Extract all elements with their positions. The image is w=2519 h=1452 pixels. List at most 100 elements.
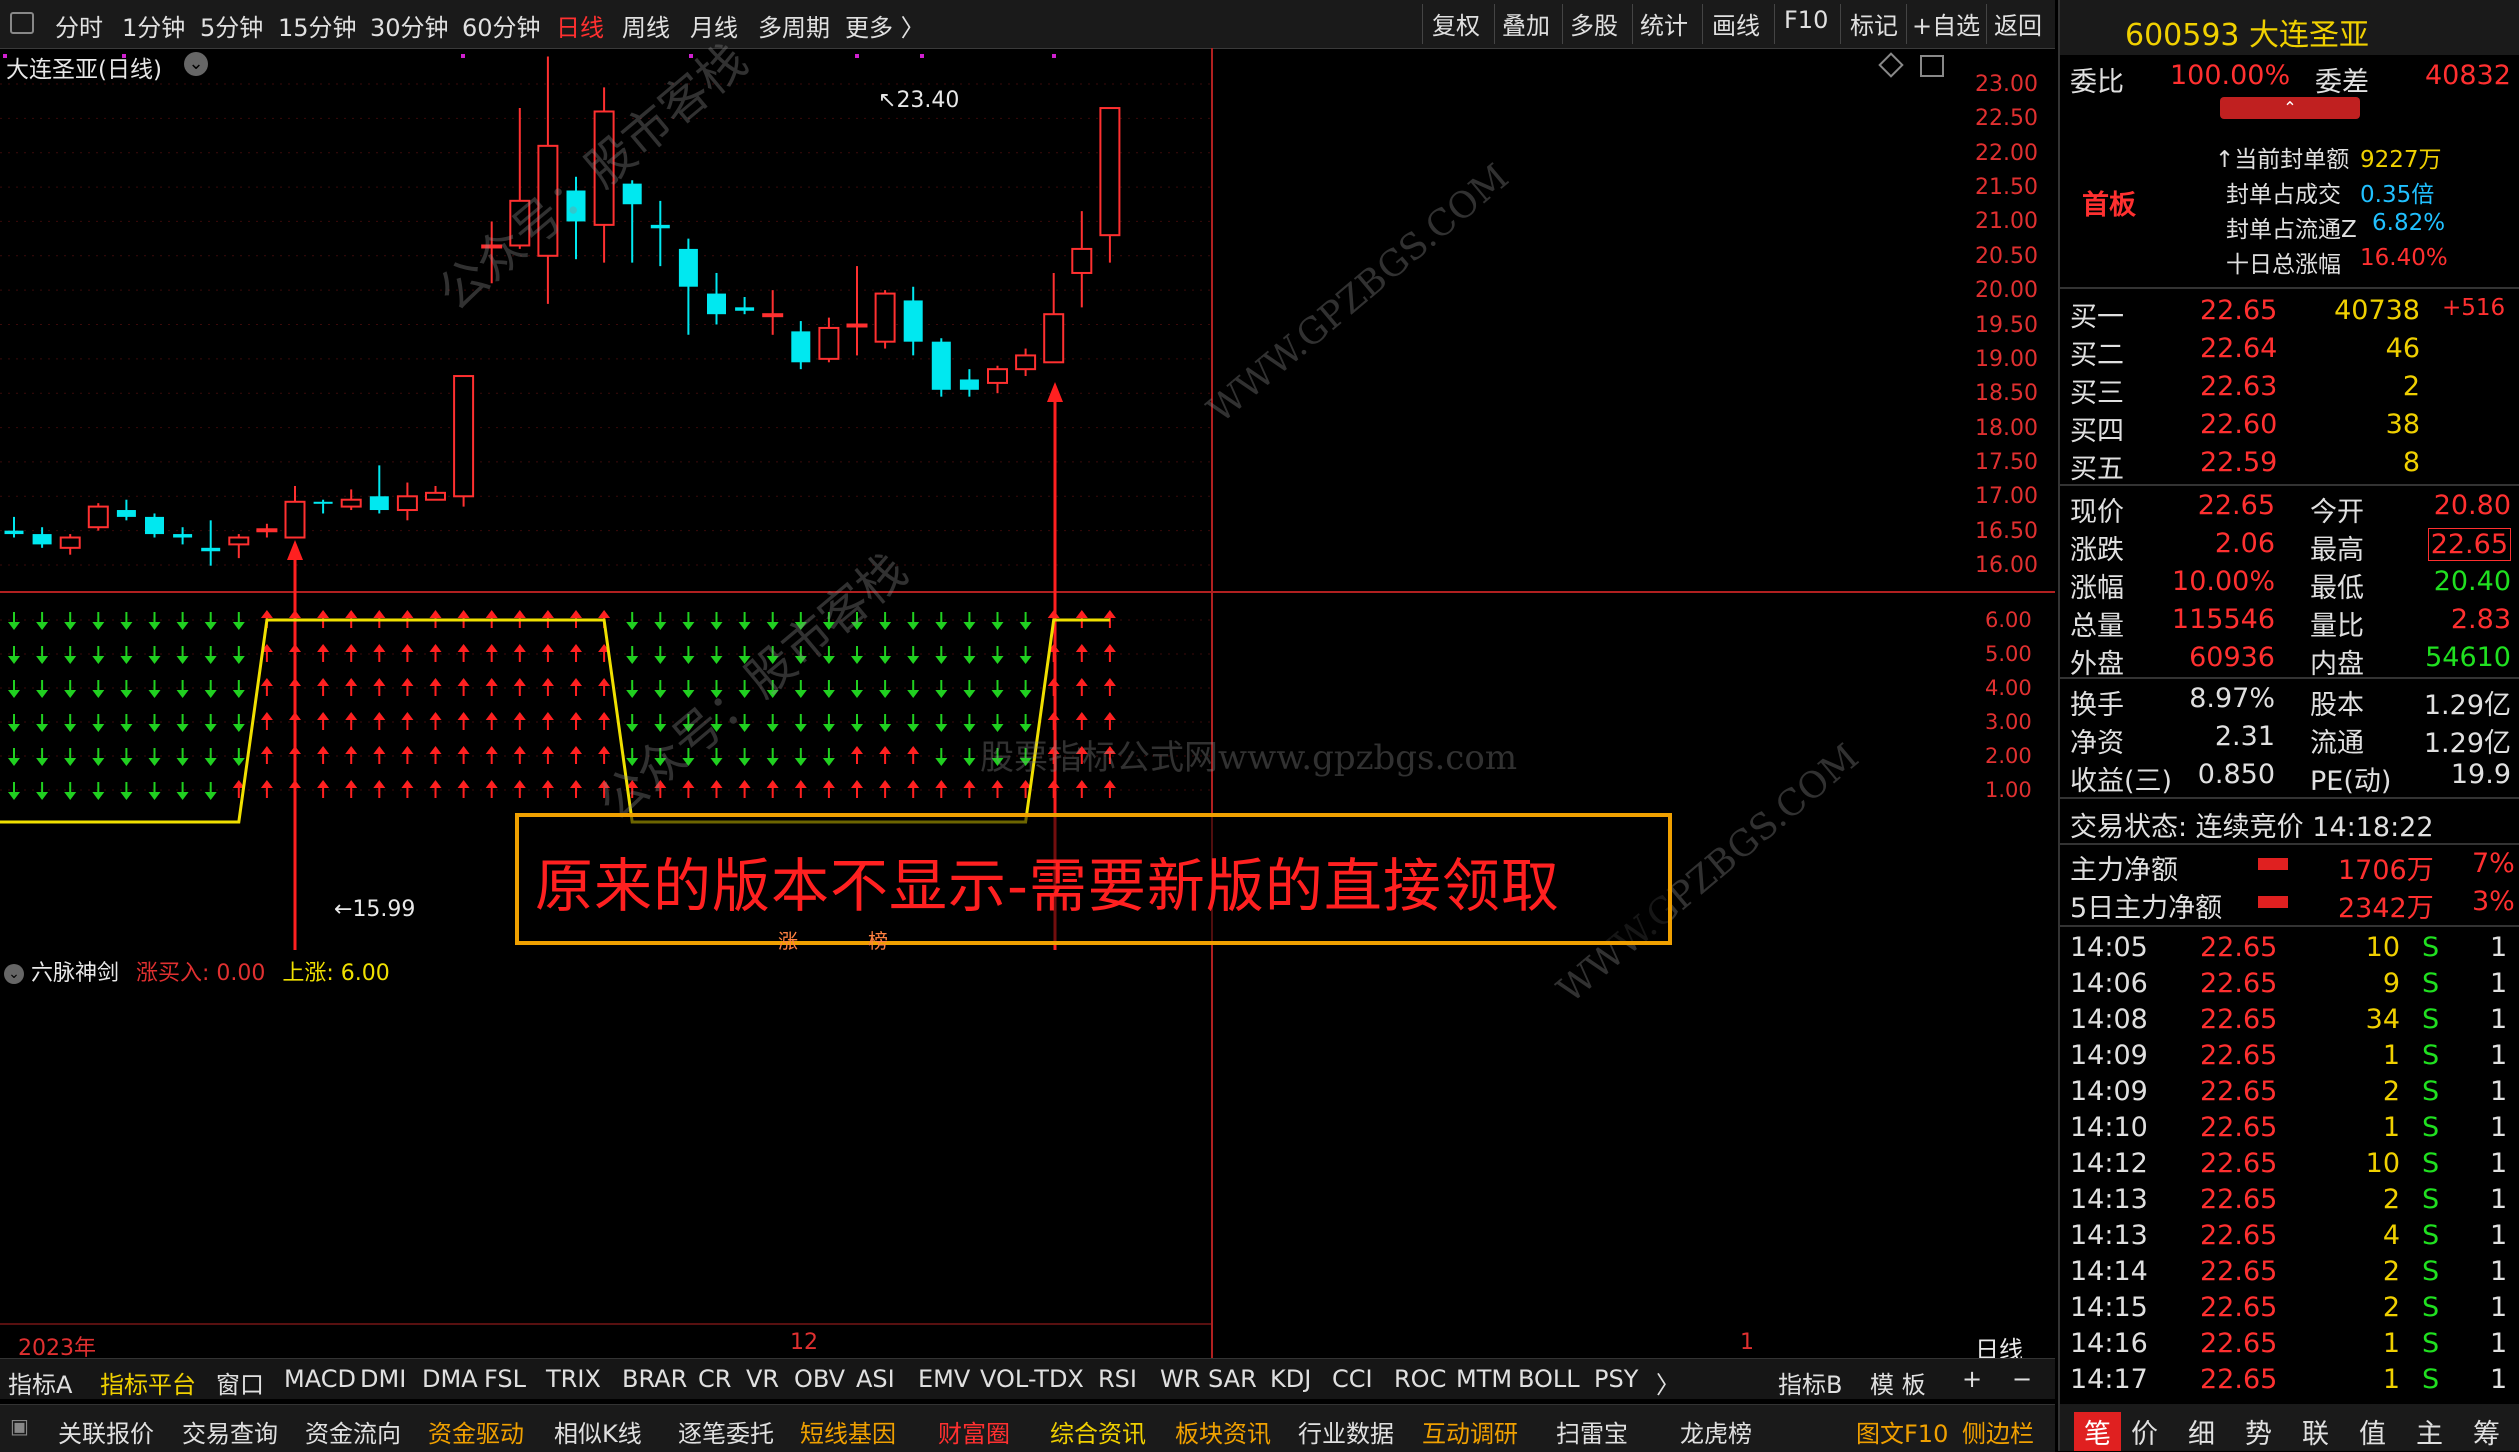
quote-tab[interactable]: 联 <box>2302 1412 2329 1451</box>
indicator-tab[interactable]: 窗口 <box>216 1365 264 1400</box>
period-15min[interactable]: 15分钟 <box>278 8 357 43</box>
indicator-tab[interactable]: ASI <box>856 1365 895 1393</box>
quote-tab[interactable]: 值 <box>2359 1412 2386 1451</box>
indicator-tab[interactable]: CCI <box>1332 1365 1373 1393</box>
function-button[interactable]: 综合资讯 <box>1050 1414 1146 1449</box>
quote-tab[interactable]: 筹 <box>2473 1412 2500 1451</box>
indicator-tab[interactable]: VOL-TDX <box>980 1365 1084 1393</box>
function-button[interactable]: 侧边栏 <box>1962 1414 2034 1449</box>
down-arrow-head <box>654 622 667 630</box>
down-arrow-head <box>879 724 892 732</box>
f10-button[interactable]: F10 <box>1784 6 1828 34</box>
multi-stock-button[interactable]: 多股 <box>1570 6 1618 41</box>
indicator-tab[interactable]: ROC <box>1394 1365 1446 1393</box>
quote-tab[interactable]: 势 <box>2245 1412 2272 1451</box>
indicator-tab[interactable]: SAR <box>1208 1365 1257 1393</box>
down-arrow-head <box>1019 690 1032 698</box>
up-arrow-head <box>317 746 330 754</box>
indicator-tab-right[interactable]: + <box>1962 1365 1982 1393</box>
period-weekly[interactable]: 周线 <box>622 8 670 43</box>
down-arrow-head <box>232 724 245 732</box>
indicator-tab[interactable]: 指标平台 <box>100 1365 196 1400</box>
indicator-tab[interactable]: BRAR <box>622 1365 687 1393</box>
function-button[interactable]: 交易查询 <box>182 1414 278 1449</box>
down-arrow-head <box>36 792 49 800</box>
indicator-tab[interactable]: FSL <box>484 1365 526 1393</box>
indicator-tab[interactable]: CR <box>698 1365 731 1393</box>
indicator-tab[interactable]: TRIX <box>546 1365 601 1393</box>
indicator-tab[interactable]: DMI <box>360 1365 406 1393</box>
quote-tab[interactable]: 笔 <box>2074 1412 2121 1451</box>
down-arrow-head <box>682 622 695 630</box>
add-watchlist-button[interactable]: +自选 <box>1912 6 1980 41</box>
draw-button[interactable]: 画线 <box>1712 6 1760 41</box>
function-button[interactable]: 图文F10 <box>1856 1414 1948 1449</box>
period-30min[interactable]: 30分钟 <box>370 8 449 43</box>
down-arrow-head <box>36 724 49 732</box>
candle-body-down <box>791 331 811 363</box>
indicator-tab[interactable]: MACD <box>284 1365 356 1393</box>
period-5min[interactable]: 5分钟 <box>200 8 263 43</box>
stats-button[interactable]: 统计 <box>1640 6 1688 41</box>
up-arrow-head <box>570 712 582 720</box>
function-button[interactable]: 关联报价 <box>58 1414 154 1449</box>
indicator-tab[interactable]: KDJ <box>1270 1365 1311 1393</box>
down-arrow-head <box>64 724 77 732</box>
up-arrow-head <box>260 610 273 618</box>
function-button[interactable]: 龙虎榜 <box>1680 1414 1752 1449</box>
function-button[interactable]: 相似K线 <box>554 1414 642 1449</box>
indicator-tab[interactable]: PSY <box>1594 1365 1638 1393</box>
fuquan-button[interactable]: 复权 <box>1432 6 1480 41</box>
indicator-tab[interactable]: RSI <box>1098 1365 1137 1393</box>
function-button[interactable]: 互动调研 <box>1422 1414 1518 1449</box>
indicator-tab[interactable]: 〉 <box>1656 1365 1680 1400</box>
candle-body-down <box>201 547 221 552</box>
indicator-tab-right[interactable]: − <box>2012 1365 2032 1393</box>
indicator-toggle-icon[interactable]: ⌄ <box>4 964 24 984</box>
indicator-tab[interactable]: EMV <box>918 1365 970 1393</box>
indicator-tab[interactable]: OBV <box>794 1365 845 1393</box>
function-button[interactable]: 资金驱动 <box>428 1414 524 1449</box>
period-fenshi[interactable]: 分时 <box>55 8 103 43</box>
indicator-tab[interactable]: 指标A <box>8 1365 72 1400</box>
function-button[interactable]: 行业数据 <box>1298 1414 1394 1449</box>
up-arrow-head <box>598 678 611 686</box>
up-arrow-head <box>485 610 498 618</box>
quote-tab[interactable]: 细 <box>2188 1412 2215 1451</box>
period-60min[interactable]: 60分钟 <box>462 8 541 43</box>
low-price-marker: ←15.99 <box>334 897 416 922</box>
indicator-tab[interactable]: VR <box>746 1365 779 1393</box>
overlay-button[interactable]: 叠加 <box>1502 6 1550 41</box>
function-button[interactable]: 扫雷宝 <box>1556 1414 1628 1449</box>
indicator-tab-right[interactable]: 指标B <box>1778 1365 1842 1400</box>
indicator-tab[interactable]: DMA <box>422 1365 478 1393</box>
window-menu-icon[interactable] <box>10 12 34 34</box>
period-1min[interactable]: 1分钟 <box>122 8 185 43</box>
indicator-tab[interactable]: MTM <box>1456 1365 1512 1393</box>
collapse-button[interactable]: ⌃ <box>2220 97 2360 119</box>
indicator-tab-right[interactable]: 模 板 <box>1870 1365 1926 1400</box>
indicator-value-2: 上涨: 6.00 <box>282 961 390 986</box>
back-button[interactable]: 返回 <box>1994 6 2042 41</box>
indicator-tab[interactable]: WR <box>1160 1365 1200 1393</box>
up-arrow-head <box>1047 712 1060 720</box>
indicator-tab[interactable]: BOLL <box>1518 1365 1580 1393</box>
function-button[interactable]: 短线基因 <box>800 1414 896 1449</box>
function-button[interactable]: 财富圈 <box>938 1414 1010 1449</box>
period-more[interactable]: 更多 〉 <box>845 8 925 43</box>
down-arrow-head <box>851 724 863 732</box>
up-arrow-head <box>429 780 442 788</box>
function-button[interactable]: 板块资讯 <box>1175 1414 1271 1449</box>
candle-body-down <box>678 248 698 287</box>
down-arrow-head <box>8 622 20 630</box>
stock-code-name[interactable]: 600593 大连圣亚 <box>2125 10 2369 54</box>
mark-button[interactable]: 标记 <box>1850 6 1898 41</box>
quote-tab[interactable]: 主 <box>2416 1412 2443 1451</box>
period-multi[interactable]: 多周期 <box>758 8 830 43</box>
up-arrow-head <box>429 644 442 652</box>
quote-tab[interactable]: 价 <box>2131 1412 2158 1451</box>
bottom-menu-icon[interactable]: ▣ <box>10 1414 29 1438</box>
period-daily[interactable]: 日线 <box>556 8 604 43</box>
function-button[interactable]: 逐笔委托 <box>678 1414 774 1449</box>
function-button[interactable]: 资金流向 <box>305 1414 401 1449</box>
